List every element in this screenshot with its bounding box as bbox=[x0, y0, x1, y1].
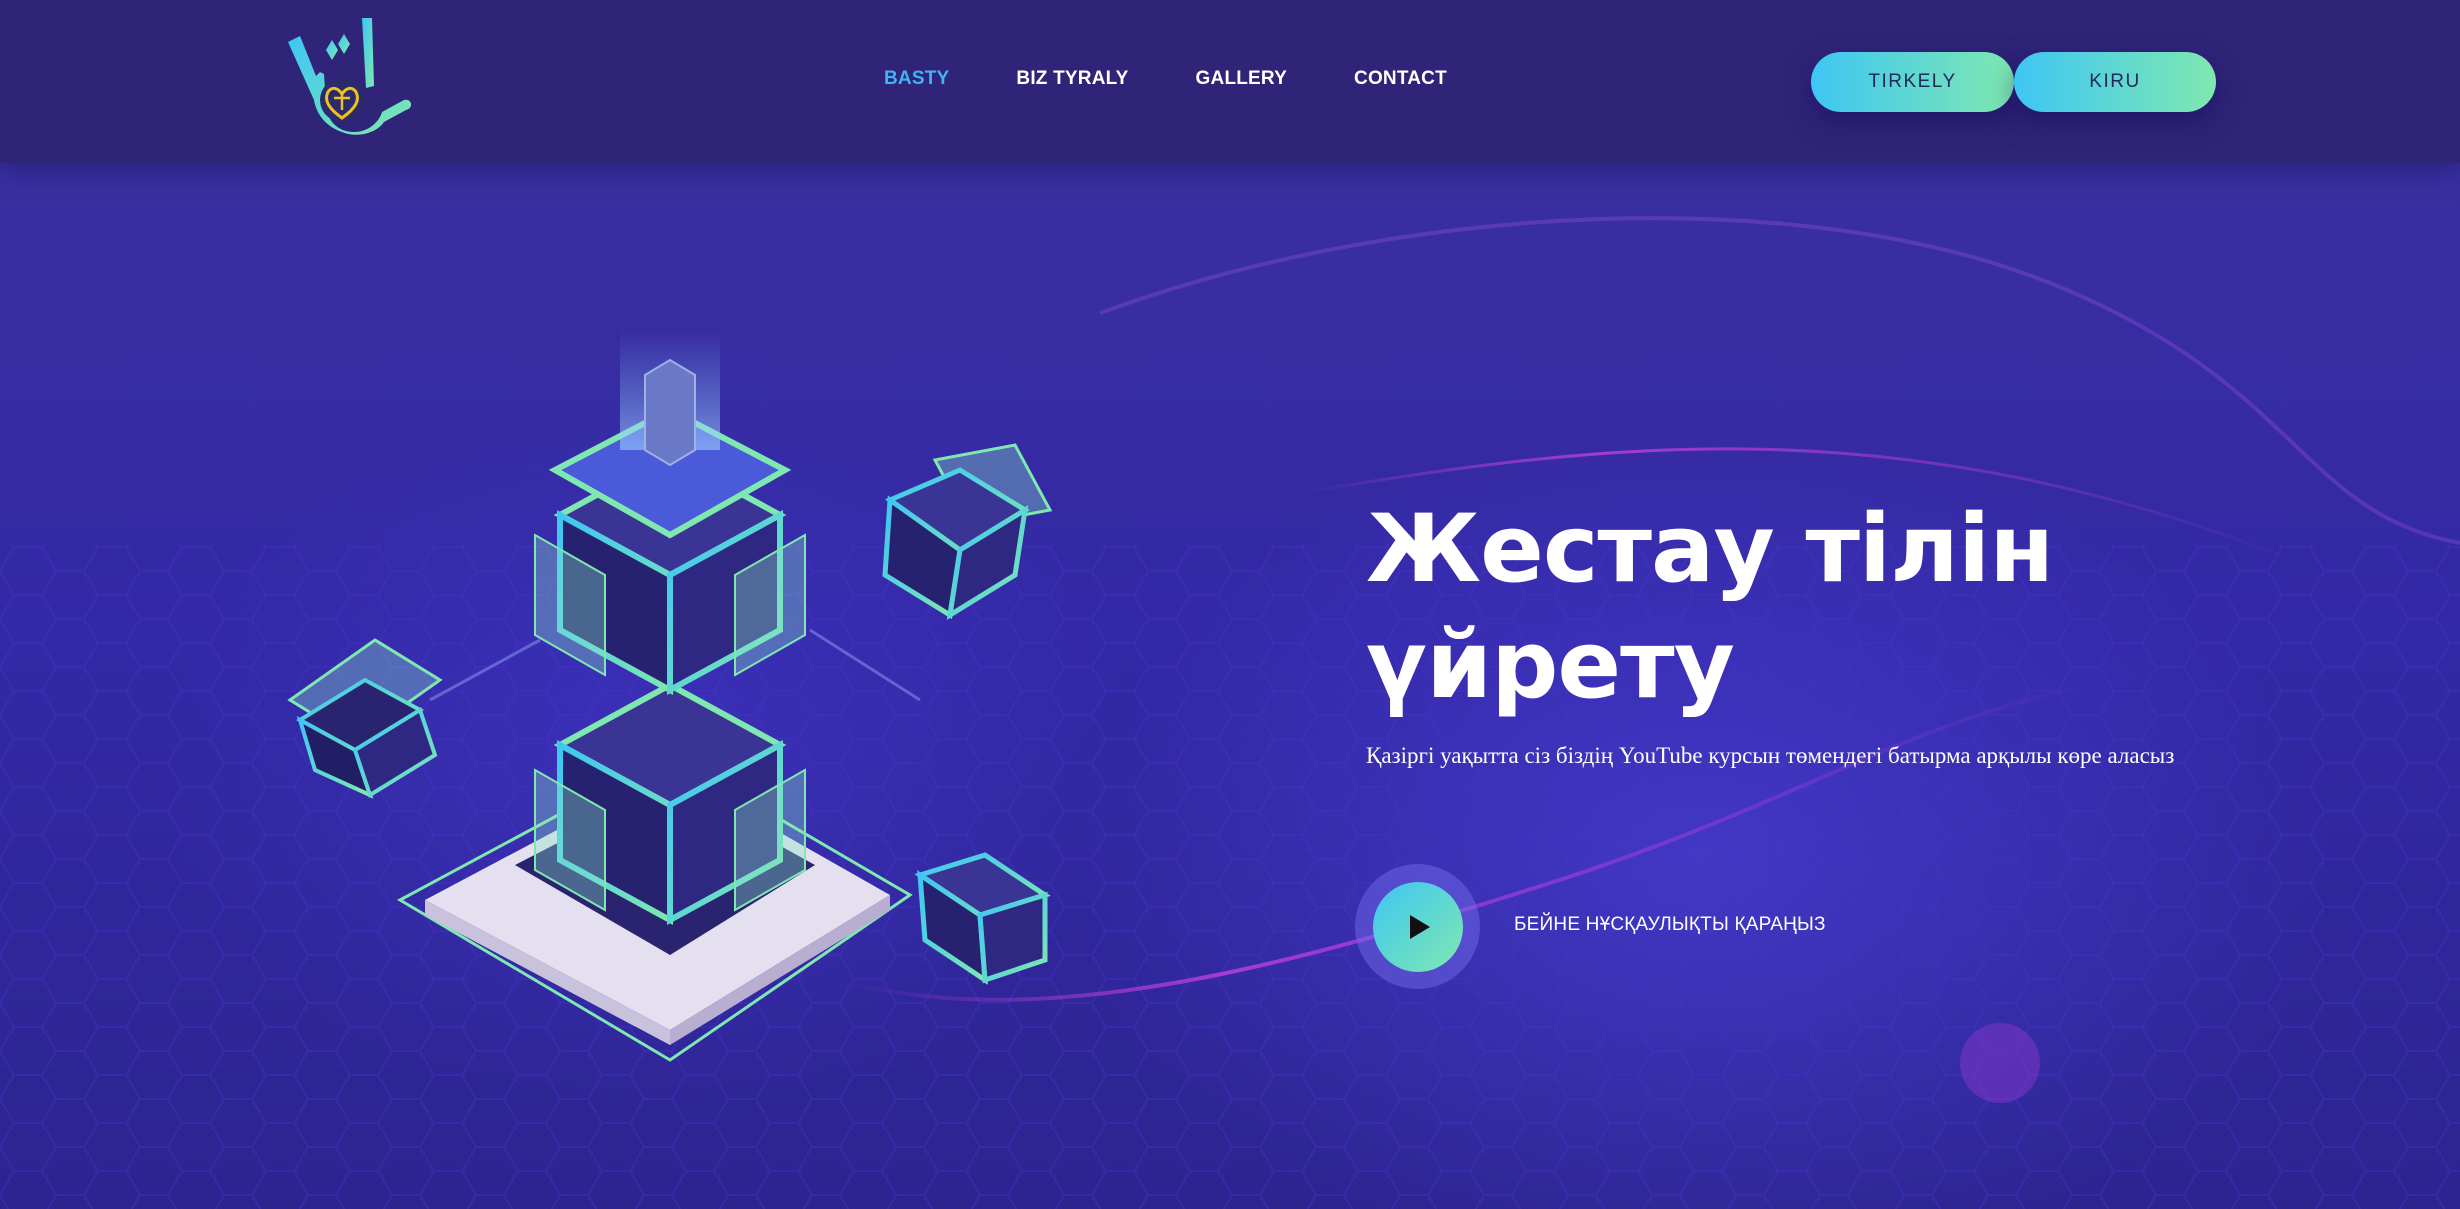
isometric-blocks-illustration bbox=[287, 330, 1053, 1062]
nav-link-gallery[interactable]: GALLERY bbox=[1196, 68, 1287, 90]
nav-link-basty[interactable]: BASTY bbox=[884, 68, 949, 90]
nav-link-biz-tyraly[interactable]: BIZ TYRALY bbox=[1016, 68, 1128, 90]
login-button[interactable]: KIRU bbox=[2014, 52, 2216, 112]
main-nav: BASTY BIZ TYRALY GALLERY CONTACT bbox=[884, 68, 1447, 90]
hero-title: Жестау тілін үйрету bbox=[1366, 492, 2066, 724]
site-header: BASTY BIZ TYRALY GALLERY CONTACT TIRKELY… bbox=[0, 0, 2460, 163]
hero-title-line-1: Жестау тілін bbox=[1366, 495, 2054, 604]
play-video-button[interactable] bbox=[1355, 864, 1480, 989]
sign-language-hand-logo[interactable] bbox=[286, 14, 416, 136]
hero-subtitle: Қазіргі уақытта сіз біздің YouTube курсы… bbox=[1366, 743, 2175, 768]
register-button[interactable]: TIRKELY bbox=[1811, 52, 2014, 112]
play-video-label[interactable]: БЕЙНЕ НҰСҚАУЛЫҚТЫ ҚАРАҢЫЗ bbox=[1514, 914, 1826, 936]
play-icon bbox=[1409, 914, 1430, 939]
nav-link-contact[interactable]: CONTACT bbox=[1354, 68, 1447, 90]
hero-title-line-2: үйрету bbox=[1366, 611, 1735, 720]
play-button-circle[interactable] bbox=[1372, 881, 1463, 972]
